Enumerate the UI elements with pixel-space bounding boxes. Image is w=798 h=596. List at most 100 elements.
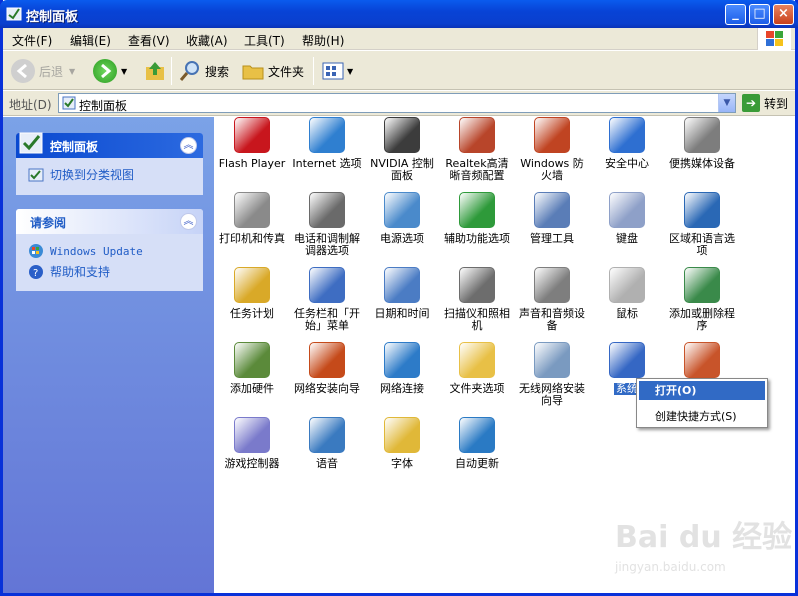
collapse-chevron-icon[interactable]: ︽ xyxy=(180,213,197,230)
address-bar: 地址(D) 控制面板 ▼ ➔ 转到 xyxy=(3,91,795,116)
section-header[interactable]: 控制面板 ︽ xyxy=(16,132,203,158)
control-panel-item[interactable]: 任务栏和「开始」菜单 xyxy=(290,267,364,332)
watermark-url: jingyan.baidu.com xyxy=(615,560,726,574)
minimize-button[interactable]: _ xyxy=(725,4,746,25)
control-panel-item[interactable]: 电话和调制解调器选项 xyxy=(290,192,364,257)
item-label: 任务计划 xyxy=(230,307,274,320)
menu-help[interactable]: 帮助(H) xyxy=(302,32,344,49)
item-label: 声音和音频设备 xyxy=(519,307,585,332)
item-label: 网络连接 xyxy=(380,382,424,395)
control-panel-item[interactable]: Flash Player xyxy=(215,117,289,170)
item-label: 便携媒体设备 xyxy=(669,157,735,170)
folder-icon xyxy=(242,65,264,80)
item-label: Internet 选项 xyxy=(292,157,362,170)
control-panel-item[interactable]: 游戏控制器 xyxy=(215,417,289,470)
item-label: 管理工具 xyxy=(530,232,574,245)
control-panel-item[interactable]: 日期和时间 xyxy=(365,267,439,320)
control-panel-item[interactable]: 区域和语言选项 xyxy=(665,192,739,257)
control-panel-item[interactable]: 打印机和传真 xyxy=(215,192,289,245)
windows-update-icon xyxy=(29,244,43,258)
update-icon xyxy=(459,417,495,453)
control-panel-small-icon xyxy=(62,96,76,110)
folders-button[interactable]: 文件夹 xyxy=(241,57,304,85)
network-wizard-icon xyxy=(309,342,345,378)
menu-file[interactable]: 文件(F) xyxy=(12,32,52,49)
toolbar: 后退 ▼ ▼ 搜索 文件夹 ▼ xyxy=(3,51,795,90)
close-button[interactable]: × xyxy=(773,4,794,25)
control-panel-item[interactable]: 任务计划 xyxy=(215,267,289,320)
control-panel-item[interactable]: 字体 xyxy=(365,417,439,470)
control-panel-item[interactable]: 便携媒体设备 xyxy=(665,117,739,170)
accessibility-icon xyxy=(459,192,495,228)
mouse-icon xyxy=(609,267,645,303)
control-panel-item[interactable]: 鼠标 xyxy=(590,267,664,320)
shield-icon xyxy=(609,117,645,153)
switch-category-view-link[interactable]: 切换到分类视图 xyxy=(28,166,134,183)
go-button[interactable]: ➔ 转到 xyxy=(742,94,788,112)
control-panel-item[interactable]: 添加硬件 xyxy=(215,342,289,395)
speech-icon xyxy=(309,417,345,453)
help-support-link[interactable]: ? 帮助和支持 xyxy=(28,263,110,280)
item-label: 添加硬件 xyxy=(230,382,274,395)
menu-edit[interactable]: 编辑(E) xyxy=(70,32,111,49)
control-panel-item[interactable]: 电源选项 xyxy=(365,192,439,245)
context-create-shortcut-item[interactable]: 创建快捷方式(S) xyxy=(639,407,765,426)
collapse-chevron-icon[interactable]: ︽ xyxy=(180,137,197,154)
folder-options-icon xyxy=(459,342,495,378)
add-remove-icon xyxy=(684,267,720,303)
control-panel-item[interactable]: Internet 选项 xyxy=(290,117,364,170)
control-panel-item[interactable]: 辅助功能选项 xyxy=(440,192,514,245)
menu-view[interactable]: 查看(V) xyxy=(128,32,170,49)
control-panel-item[interactable]: Windows 防火墙 xyxy=(515,117,589,182)
back-button[interactable]: 后退 ▼ xyxy=(11,57,75,85)
maximize-button[interactable]: □ xyxy=(749,4,770,25)
control-panel-item[interactable]: 自动更新 xyxy=(440,417,514,470)
printer-icon xyxy=(234,192,270,228)
scanner-icon xyxy=(459,267,495,303)
phone-icon xyxy=(309,192,345,228)
control-panel-item[interactable]: 键盘 xyxy=(590,192,664,245)
forward-button[interactable]: ▼ xyxy=(93,57,127,85)
admin-tools-icon xyxy=(534,192,570,228)
control-panel-item[interactable]: 网络连接 xyxy=(365,342,439,395)
item-label: 字体 xyxy=(391,457,413,470)
nvidia-icon xyxy=(384,117,420,153)
control-panel-item[interactable]: NVIDIA 控制面板 xyxy=(365,117,439,182)
task-pane: 控制面板 ︽ 切换到分类视图 请参阅 ︽ Windows Update ? 帮助… xyxy=(3,117,214,593)
item-label: 文件夹选项 xyxy=(449,382,505,395)
control-panel-item[interactable]: 语音 xyxy=(290,417,364,470)
item-label: 安全中心 xyxy=(605,157,649,170)
address-dropdown-icon[interactable]: ▼ xyxy=(718,94,735,112)
svg-text:?: ? xyxy=(33,268,38,279)
windows-update-link[interactable]: Windows Update xyxy=(28,243,143,259)
address-input[interactable]: 控制面板 ▼ xyxy=(58,93,736,113)
item-label: 无线网络安装向导 xyxy=(519,382,585,407)
up-folder-icon xyxy=(146,62,164,80)
item-label: Flash Player xyxy=(218,157,286,170)
item-label: 电话和调制解调器选项 xyxy=(294,232,360,257)
control-panel-item[interactable]: Realtek高清晰音频配置 xyxy=(440,117,514,182)
control-panel-item[interactable]: 文件夹选项 xyxy=(440,342,514,395)
menu-tools[interactable]: 工具(T) xyxy=(244,32,285,49)
control-panel-item[interactable]: 无线网络安装向导 xyxy=(515,342,589,407)
views-button[interactable]: ▼ xyxy=(321,57,353,85)
item-label: 自动更新 xyxy=(455,457,499,470)
firewall-icon xyxy=(534,117,570,153)
users-icon xyxy=(684,342,720,378)
see-also-header[interactable]: 请参阅 ︽ xyxy=(16,209,203,234)
see-also-title: 请参阅 xyxy=(30,216,67,230)
menu-favorites[interactable]: 收藏(A) xyxy=(186,32,228,49)
keyboard-icon xyxy=(609,192,645,228)
control-panel-item[interactable]: 安全中心 xyxy=(590,117,664,170)
control-panel-item[interactable]: 声音和音频设备 xyxy=(515,267,589,332)
control-panel-item[interactable]: 添加或删除程序 xyxy=(665,267,739,332)
search-button[interactable]: 搜索 xyxy=(178,57,229,85)
go-arrow-icon: ➔ xyxy=(742,94,760,112)
up-folder-button[interactable] xyxy=(143,57,167,85)
title-bar[interactable]: 控制面板 _ □ × xyxy=(0,0,798,28)
control-panel-item[interactable]: 管理工具 xyxy=(515,192,589,245)
control-panel-item[interactable]: 扫描仪和照相机 xyxy=(440,267,514,332)
address-label: 地址(D) xyxy=(9,98,52,112)
context-open-item[interactable]: 打开(O) xyxy=(639,381,765,400)
control-panel-item[interactable]: 网络安装向导 xyxy=(290,342,364,395)
